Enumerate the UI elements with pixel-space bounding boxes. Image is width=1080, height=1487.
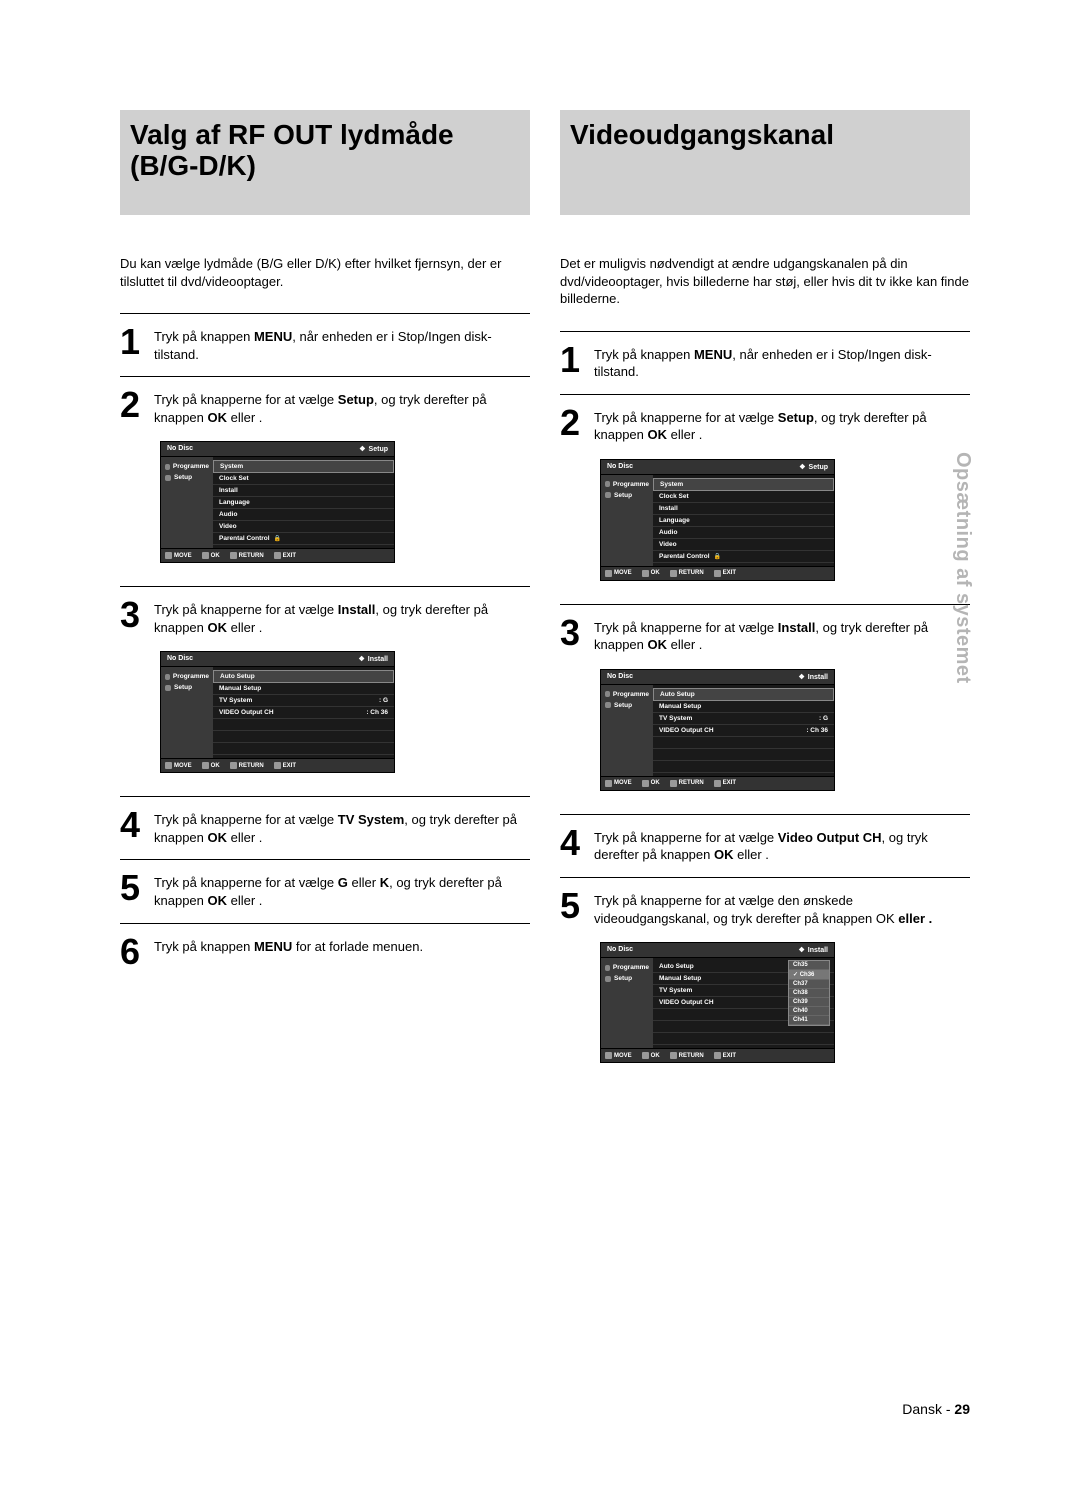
osd-crumb: Install (798, 673, 828, 681)
osd-status: No Disc (167, 655, 193, 663)
step-text: Tryk på knapperne for at vælge den ønske… (594, 888, 970, 927)
step-1-right: 1 Tryk på knappen MENU, når enheden er i… (560, 342, 970, 381)
step-text: Tryk på knapperne for at vælge Install, … (154, 597, 530, 636)
step-text: Tryk på knapperne for at vælge G eller K… (154, 870, 530, 909)
divider (120, 586, 530, 587)
osd-crumb: Setup (799, 463, 828, 471)
osd-install-right: No Disc Install Programme Setup Auto Set… (600, 669, 835, 791)
intro-left: Du kan vælge lydmåde (B/G eller D/K) eft… (120, 255, 530, 290)
step-text: Tryk på knappen MENU for at forlade menu… (154, 934, 423, 956)
osd-status: No Disc (607, 673, 633, 681)
step-text: Tryk på knapperne for at vælge Install, … (594, 615, 970, 654)
divider (560, 814, 970, 815)
osd-status: No Disc (607, 946, 633, 954)
divider (120, 796, 530, 797)
divider (120, 313, 530, 314)
osd-crumb: Setup (359, 445, 388, 453)
step-6-left: 6 Tryk på knappen MENU for at forlade me… (120, 934, 530, 970)
step-number: 6 (120, 934, 144, 970)
step-number: 5 (560, 888, 584, 924)
step-number: 4 (560, 825, 584, 861)
step-number: 5 (120, 870, 144, 906)
divider (120, 859, 530, 860)
heading-left: Valg af RF OUT lydmåde (B/G-D/K) (130, 120, 520, 182)
step-number: 2 (120, 387, 144, 423)
step-text: Tryk på knappen MENU, når enheden er i S… (154, 324, 530, 363)
step-5-right: 5 Tryk på knapperne for at vælge den øns… (560, 888, 970, 927)
step-1-left: 1 Tryk på knappen MENU, når enheden er i… (120, 324, 530, 363)
osd-status: No Disc (167, 445, 193, 453)
divider (120, 376, 530, 377)
step-number: 2 (560, 405, 584, 441)
step-5-left: 5 Tryk på knapperne for at vælge G eller… (120, 870, 530, 909)
step-text: Tryk på knappen MENU, når enheden er i S… (594, 342, 970, 381)
step-4-left: 4 Tryk på knapperne for at vælge TV Syst… (120, 807, 530, 846)
step-text: Tryk på knapperne for at vælge Setup, og… (154, 387, 530, 426)
step-number: 3 (560, 615, 584, 651)
title-block-right: Videoudgangskanal (560, 110, 970, 215)
step-3-left: 3 Tryk på knapperne for at vælge Install… (120, 597, 530, 636)
left-column: Valg af RF OUT lydmåde (B/G-D/K) Du kan … (120, 110, 530, 1078)
osd-setup-left: No Disc Setup Programme Setup System Clo… (160, 441, 395, 563)
osd-crumb: Install (358, 655, 388, 663)
step-2-left: 2 Tryk på knapperne for at vælge Setup, … (120, 387, 530, 426)
section-tab: Opsætning af systemet (951, 452, 974, 684)
divider (120, 923, 530, 924)
divider (560, 604, 970, 605)
step-number: 1 (120, 324, 144, 360)
step-number: 3 (120, 597, 144, 633)
step-2-right: 2 Tryk på knapperne for at vælge Setup, … (560, 405, 970, 444)
divider (560, 877, 970, 878)
title-block-left: Valg af RF OUT lydmåde (B/G-D/K) (120, 110, 530, 215)
channel-popup: Ch35 Ch36 Ch37 Ch38 Ch39 Ch40 Ch41 (788, 960, 830, 1026)
osd-setup-right: No Disc Setup Programme Setup System Clo… (600, 459, 835, 581)
heading-right: Videoudgangskanal (570, 120, 960, 151)
osd-crumb: Install (798, 946, 828, 954)
step-number: 4 (120, 807, 144, 843)
divider (560, 331, 970, 332)
right-column: Videoudgangskanal Det er muligvis nødven… (560, 110, 970, 1078)
intro-right: Det er muligvis nødvendigt at ændre udga… (560, 255, 970, 308)
page-footer: Dansk - 29 (902, 1401, 970, 1417)
osd-install-left: No Disc Install Programme Setup Auto Set… (160, 651, 395, 773)
osd-status: No Disc (607, 463, 633, 471)
divider (560, 394, 970, 395)
step-number: 1 (560, 342, 584, 378)
step-4-right: 4 Tryk på knapperne for at vælge Video O… (560, 825, 970, 864)
step-text: Tryk på knapperne for at vælge Setup, og… (594, 405, 970, 444)
step-text: Tryk på knapperne for at vælge TV System… (154, 807, 530, 846)
step-3-right: 3 Tryk på knapperne for at vælge Install… (560, 615, 970, 654)
osd-popup-right: No Disc Install Programme Setup Auto Set… (600, 942, 835, 1063)
step-text: Tryk på knapperne for at vælge Video Out… (594, 825, 970, 864)
